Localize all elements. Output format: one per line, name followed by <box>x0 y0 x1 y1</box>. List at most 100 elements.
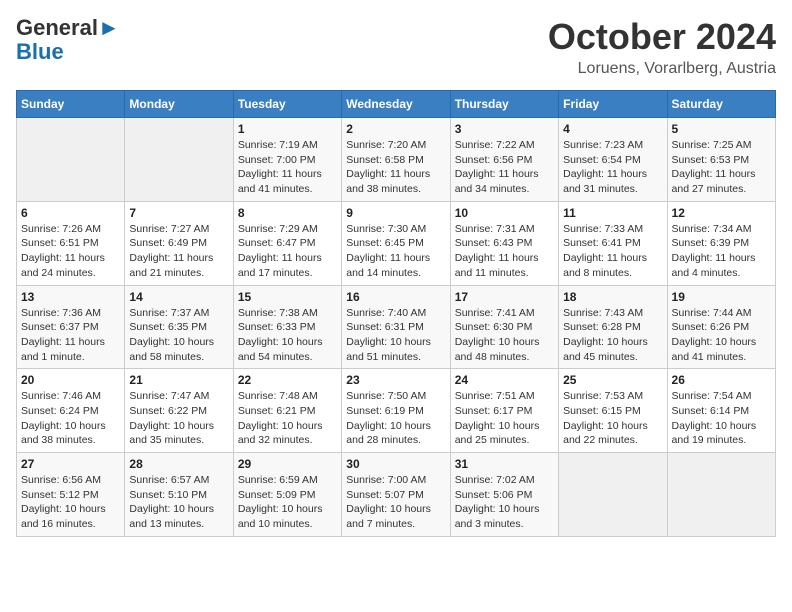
day-number: 17 <box>455 290 554 304</box>
day-number: 6 <box>21 206 120 220</box>
calendar-cell: 12 Sunrise: 7:34 AMSunset: 6:39 PMDayligh… <box>667 201 775 285</box>
week-row-3: 20 Sunrise: 7:46 AMSunset: 6:24 PMDayligh… <box>17 369 776 453</box>
day-info: Sunrise: 7:26 AMSunset: 6:51 PMDaylight:… <box>21 222 120 281</box>
day-number: 3 <box>455 122 554 136</box>
day-number: 25 <box>563 373 662 387</box>
calendar-cell: 23 Sunrise: 7:50 AMSunset: 6:19 PMDayligh… <box>342 369 450 453</box>
day-info: Sunrise: 6:56 AMSunset: 5:12 PMDaylight:… <box>21 473 120 532</box>
title-section: October 2024 Loruens, Vorarlberg, Austri… <box>548 16 776 78</box>
calendar-cell: 10 Sunrise: 7:31 AMSunset: 6:43 PMDayligh… <box>450 201 558 285</box>
calendar-cell: 19Sunrise: 7:44 AMSunset: 6:26 PMDayligh… <box>667 285 775 369</box>
logo-blue: Blue <box>16 39 64 64</box>
header-day-friday: Friday <box>559 91 667 118</box>
day-info: Sunrise: 7:34 AMSunset: 6:39 PMDaylight:… <box>672 222 771 281</box>
day-number: 21 <box>129 373 228 387</box>
day-number: 7 <box>129 206 228 220</box>
calendar-cell: 9 Sunrise: 7:30 AMSunset: 6:45 PMDaylight… <box>342 201 450 285</box>
day-info: Sunrise: 7:31 AMSunset: 6:43 PMDaylight:… <box>455 222 554 281</box>
day-info: Sunrise: 7:30 AMSunset: 6:45 PMDaylight:… <box>346 222 445 281</box>
header-day-tuesday: Tuesday <box>233 91 341 118</box>
day-info: Sunrise: 7:02 AMSunset: 5:06 PMDaylight:… <box>455 473 554 532</box>
day-info: Sunrise: 7:33 AMSunset: 6:41 PMDaylight:… <box>563 222 662 281</box>
calendar-cell: 15 Sunrise: 7:38 AMSunset: 6:33 PMDayligh… <box>233 285 341 369</box>
calendar-cell: 30 Sunrise: 7:00 AMSunset: 5:07 PMDayligh… <box>342 453 450 537</box>
calendar-cell: 8 Sunrise: 7:29 AMSunset: 6:47 PMDaylight… <box>233 201 341 285</box>
calendar-header: SundayMondayTuesdayWednesdayThursdayFrid… <box>17 91 776 118</box>
day-number: 18 <box>563 290 662 304</box>
day-info: Sunrise: 7:47 AMSunset: 6:22 PMDaylight:… <box>129 389 228 448</box>
calendar-cell: 1Sunrise: 7:19 AMSunset: 7:00 PMDaylight… <box>233 118 341 202</box>
day-number: 20 <box>21 373 120 387</box>
day-info: Sunrise: 7:46 AMSunset: 6:24 PMDaylight:… <box>21 389 120 448</box>
calendar-cell: 16 Sunrise: 7:40 AMSunset: 6:31 PMDayligh… <box>342 285 450 369</box>
day-number: 26 <box>672 373 771 387</box>
calendar-cell: 21 Sunrise: 7:47 AMSunset: 6:22 PMDayligh… <box>125 369 233 453</box>
day-number: 29 <box>238 457 337 471</box>
day-number: 9 <box>346 206 445 220</box>
day-info: Sunrise: 7:27 AMSunset: 6:49 PMDaylight:… <box>129 222 228 281</box>
logo: General► Blue <box>16 16 120 64</box>
location-title: Loruens, Vorarlberg, Austria <box>548 60 776 78</box>
day-info: Sunrise: 7:37 AMSunset: 6:35 PMDaylight:… <box>129 306 228 365</box>
day-info: Sunrise: 7:40 AMSunset: 6:31 PMDaylight:… <box>346 306 445 365</box>
day-info: Sunrise: 7:38 AMSunset: 6:33 PMDaylight:… <box>238 306 337 365</box>
calendar-cell: 13 Sunrise: 7:36 AMSunset: 6:37 PMDayligh… <box>17 285 125 369</box>
day-number: 16 <box>346 290 445 304</box>
week-row-0: 1Sunrise: 7:19 AMSunset: 7:00 PMDaylight… <box>17 118 776 202</box>
day-info: Sunrise: 7:51 AMSunset: 6:17 PMDaylight:… <box>455 389 554 448</box>
day-info: Sunrise: 7:50 AMSunset: 6:19 PMDaylight:… <box>346 389 445 448</box>
calendar-cell: 11 Sunrise: 7:33 AMSunset: 6:41 PMDayligh… <box>559 201 667 285</box>
day-info: Sunrise: 7:29 AMSunset: 6:47 PMDaylight:… <box>238 222 337 281</box>
calendar-cell: 28Sunrise: 6:57 AMSunset: 5:10 PMDayligh… <box>125 453 233 537</box>
day-number: 22 <box>238 373 337 387</box>
day-number: 10 <box>455 206 554 220</box>
calendar-table: SundayMondayTuesdayWednesdayThursdayFrid… <box>16 90 776 537</box>
day-number: 14 <box>129 290 228 304</box>
day-number: 30 <box>346 457 445 471</box>
day-info: Sunrise: 7:41 AMSunset: 6:30 PMDaylight:… <box>455 306 554 365</box>
day-number: 5 <box>672 122 771 136</box>
header-row: SundayMondayTuesdayWednesdayThursdayFrid… <box>17 91 776 118</box>
day-info: Sunrise: 7:22 AMSunset: 6:56 PMDaylight:… <box>455 138 554 197</box>
week-row-1: 6 Sunrise: 7:26 AMSunset: 6:51 PMDaylight… <box>17 201 776 285</box>
calendar-cell: 18Sunrise: 7:43 AMSunset: 6:28 PMDayligh… <box>559 285 667 369</box>
day-info: Sunrise: 7:00 AMSunset: 5:07 PMDaylight:… <box>346 473 445 532</box>
day-info: Sunrise: 7:36 AMSunset: 6:37 PMDaylight:… <box>21 306 120 365</box>
calendar-cell: 5Sunrise: 7:25 AMSunset: 6:53 PMDaylight… <box>667 118 775 202</box>
day-info: Sunrise: 7:19 AMSunset: 7:00 PMDaylight:… <box>238 138 337 197</box>
header-day-sunday: Sunday <box>17 91 125 118</box>
calendar-cell <box>125 118 233 202</box>
calendar-cell: 20 Sunrise: 7:46 AMSunset: 6:24 PMDayligh… <box>17 369 125 453</box>
calendar-cell: 4 Sunrise: 7:23 AMSunset: 6:54 PMDaylight… <box>559 118 667 202</box>
day-number: 15 <box>238 290 337 304</box>
calendar-cell: 26Sunrise: 7:54 AMSunset: 6:14 PMDayligh… <box>667 369 775 453</box>
calendar-cell: 29Sunrise: 6:59 AMSunset: 5:09 PMDayligh… <box>233 453 341 537</box>
day-number: 27 <box>21 457 120 471</box>
calendar-cell: 25 Sunrise: 7:53 AMSunset: 6:15 PMDayligh… <box>559 369 667 453</box>
day-number: 24 <box>455 373 554 387</box>
calendar-cell: 22 Sunrise: 7:48 AMSunset: 6:21 PMDayligh… <box>233 369 341 453</box>
calendar-cell <box>559 453 667 537</box>
calendar-cell: 3 Sunrise: 7:22 AMSunset: 6:56 PMDaylight… <box>450 118 558 202</box>
day-number: 12 <box>672 206 771 220</box>
day-info: Sunrise: 7:23 AMSunset: 6:54 PMDaylight:… <box>563 138 662 197</box>
calendar-cell <box>17 118 125 202</box>
calendar-cell: 27 Sunrise: 6:56 AMSunset: 5:12 PMDayligh… <box>17 453 125 537</box>
day-number: 11 <box>563 206 662 220</box>
day-info: Sunrise: 7:48 AMSunset: 6:21 PMDaylight:… <box>238 389 337 448</box>
calendar-cell: 2Sunrise: 7:20 AMSunset: 6:58 PMDaylight… <box>342 118 450 202</box>
day-number: 8 <box>238 206 337 220</box>
calendar-cell: 7 Sunrise: 7:27 AMSunset: 6:49 PMDaylight… <box>125 201 233 285</box>
calendar-cell: 24 Sunrise: 7:51 AMSunset: 6:17 PMDayligh… <box>450 369 558 453</box>
calendar-cell: 14 Sunrise: 7:37 AMSunset: 6:35 PMDayligh… <box>125 285 233 369</box>
week-row-4: 27 Sunrise: 6:56 AMSunset: 5:12 PMDayligh… <box>17 453 776 537</box>
calendar-cell: 17 Sunrise: 7:41 AMSunset: 6:30 PMDayligh… <box>450 285 558 369</box>
header-day-thursday: Thursday <box>450 91 558 118</box>
day-number: 13 <box>21 290 120 304</box>
day-number: 4 <box>563 122 662 136</box>
calendar-cell <box>667 453 775 537</box>
day-info: Sunrise: 7:53 AMSunset: 6:15 PMDaylight:… <box>563 389 662 448</box>
calendar-body: 1Sunrise: 7:19 AMSunset: 7:00 PMDaylight… <box>17 118 776 537</box>
day-number: 23 <box>346 373 445 387</box>
header-day-saturday: Saturday <box>667 91 775 118</box>
